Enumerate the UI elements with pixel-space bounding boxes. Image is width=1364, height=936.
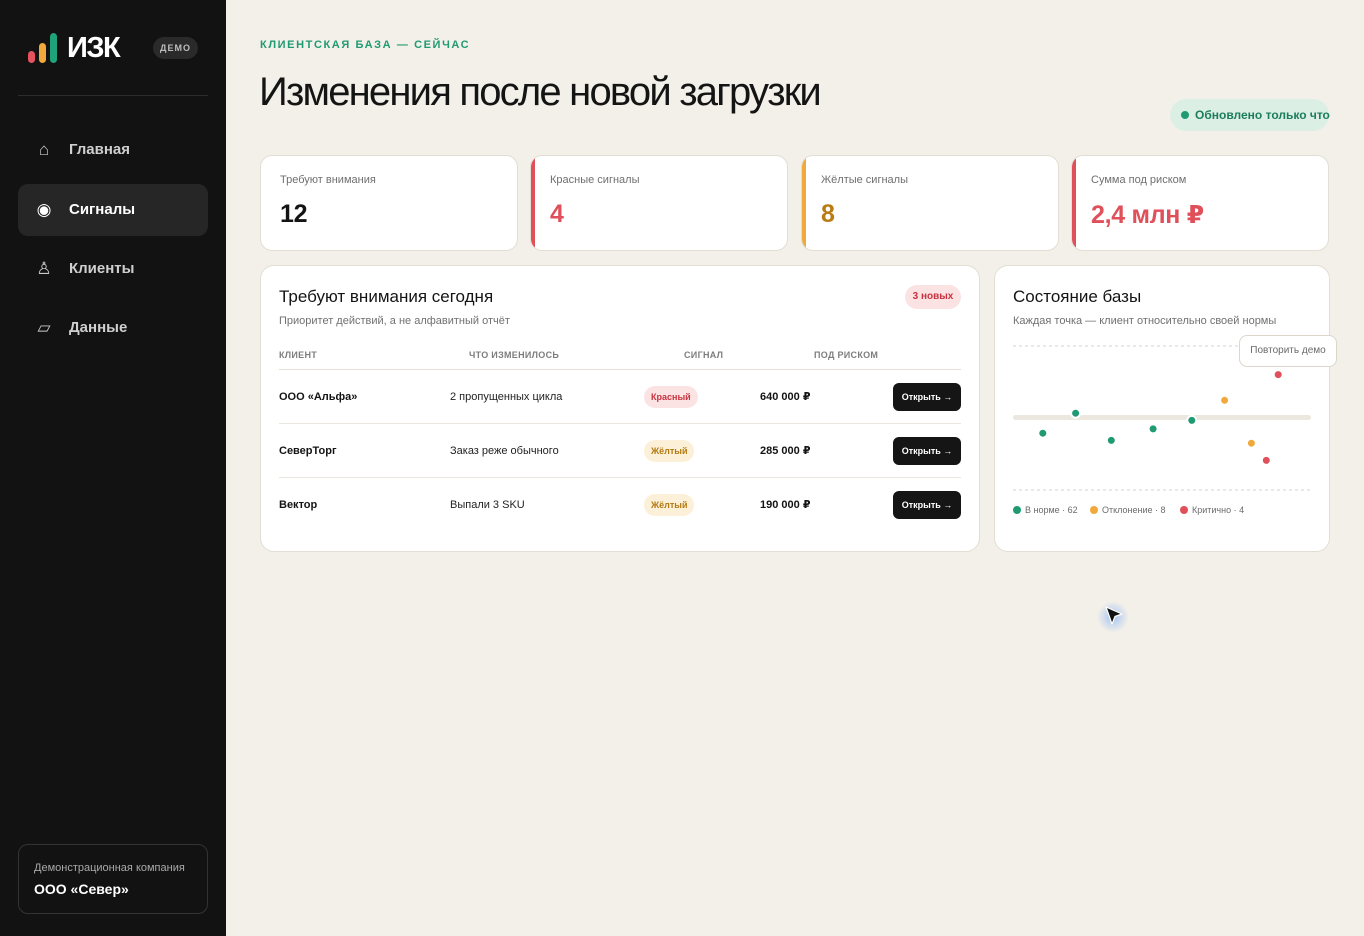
kpi-accent-bar bbox=[1072, 156, 1076, 250]
kpi-card-yellow-signals: Жёлтые сигналы 8 bbox=[801, 155, 1059, 251]
open-button[interactable]: Открыть → bbox=[893, 437, 961, 465]
kpi-value: 8 bbox=[821, 200, 835, 228]
kpi-accent-bar bbox=[531, 156, 535, 250]
signal-badge: Жёлтый bbox=[644, 440, 695, 462]
logo-bars-icon bbox=[28, 33, 58, 63]
kpi-card-red-signals: Красные сигналы 4 bbox=[530, 155, 788, 251]
kpi-label: Сумма под риском bbox=[1091, 174, 1187, 186]
client-point[interactable] bbox=[1260, 454, 1272, 466]
legend-label: Критично · 4 bbox=[1192, 505, 1245, 515]
kpi-label: Красные сигналы bbox=[550, 174, 640, 186]
sidebar-item-label: Данные bbox=[69, 319, 128, 336]
legend-dot-icon bbox=[1090, 506, 1098, 514]
amount-at-risk: 190 000 ₽ bbox=[760, 499, 811, 511]
status-badge: Обновлено только что bbox=[1170, 99, 1330, 131]
sidebar-item-label: Клиенты bbox=[69, 260, 135, 277]
legend-label: Отклонение · 8 bbox=[1102, 505, 1166, 515]
mouse-cursor-icon bbox=[1105, 606, 1123, 625]
kpi-label: Жёлтые сигналы bbox=[821, 174, 908, 186]
logo-text: ИЗК bbox=[67, 32, 121, 64]
kpi-value: 2,4 млн ₽ bbox=[1091, 201, 1204, 229]
kpi-label: Требуют внимания bbox=[280, 174, 376, 186]
kpi-value: 4 bbox=[550, 200, 564, 228]
signal-icon: ◉ bbox=[36, 200, 52, 219]
client-name: СеверТорг bbox=[279, 445, 337, 457]
attention-title: Требуют внимания сегодня bbox=[279, 287, 494, 306]
client-point[interactable] bbox=[1186, 414, 1198, 426]
client-point[interactable] bbox=[1070, 407, 1082, 419]
client-point[interactable] bbox=[1147, 423, 1159, 435]
sidebar-item-label: Главная bbox=[69, 141, 131, 158]
column-header-at-risk: ПОД РИСКОМ bbox=[814, 350, 879, 360]
demo-badge: ДЕМО bbox=[153, 37, 198, 59]
kpi-card-attention: Требуют внимания 12 bbox=[260, 155, 518, 251]
logo[interactable]: ИЗК ДЕМО bbox=[28, 28, 208, 68]
attention-card: Требуют внимания сегодня Приоритет дейст… bbox=[260, 265, 980, 552]
kpi-accent-bar bbox=[802, 156, 806, 250]
status-dot-icon bbox=[1181, 111, 1189, 119]
table-row[interactable]: ООО «Альфа» 2 пропущенных цикла Красный … bbox=[279, 370, 961, 424]
sidebar-item-clients[interactable]: ♙ Клиенты bbox=[18, 243, 208, 295]
company-caption: Демонстрационная компания bbox=[34, 862, 185, 874]
amount-at-risk: 640 000 ₽ bbox=[760, 391, 811, 403]
table-row[interactable]: СеверТорг Заказ реже обычного Жёлтый 285… bbox=[279, 424, 961, 478]
kpi-value: 12 bbox=[280, 200, 308, 228]
client-point[interactable] bbox=[1105, 434, 1117, 446]
client-name: ООО «Альфа» bbox=[279, 391, 358, 403]
new-count-badge: 3 новых bbox=[905, 285, 961, 309]
client-point[interactable] bbox=[1272, 369, 1284, 381]
legend-dot-icon bbox=[1013, 506, 1021, 514]
client-point[interactable] bbox=[1037, 427, 1049, 439]
home-icon: ⌂ bbox=[38, 140, 50, 159]
replay-demo-button[interactable]: Повторить демо bbox=[1239, 335, 1337, 367]
sidebar-item-data[interactable]: ▱ Данные bbox=[18, 302, 208, 354]
column-header-signal: СИГНАЛ bbox=[684, 350, 724, 360]
change-text: Заказ реже обычного bbox=[450, 445, 559, 457]
change-text: Выпали 3 SKU bbox=[450, 499, 525, 511]
norm-baseline bbox=[1013, 415, 1311, 420]
amount-at-risk: 285 000 ₽ bbox=[760, 445, 811, 457]
column-header-client: КЛИЕНТ bbox=[279, 350, 318, 360]
legend-dot-icon bbox=[1180, 506, 1188, 514]
client-name: Вектор bbox=[279, 499, 318, 511]
signal-badge: Жёлтый bbox=[644, 494, 695, 516]
sidebar-item-home[interactable]: ⌂ Главная bbox=[18, 124, 208, 176]
signal-badge: Красный bbox=[644, 386, 698, 408]
table-row[interactable]: Вектор Выпали 3 SKU Жёлтый 190 000 ₽ Отк… bbox=[279, 478, 961, 532]
open-button[interactable]: Открыть → bbox=[893, 383, 961, 411]
data-icon: ▱ bbox=[37, 318, 51, 337]
column-header-change: ЧТО ИЗМЕНИЛОСЬ bbox=[469, 350, 560, 360]
open-button[interactable]: Открыть → bbox=[893, 491, 961, 519]
page-title: Изменения после новой загрузки bbox=[259, 70, 822, 114]
status-text: Обновлено только что bbox=[1195, 108, 1330, 122]
sidebar-item-signals[interactable]: ◉ Сигналы bbox=[18, 184, 208, 236]
clients-icon: ♙ bbox=[36, 259, 52, 278]
sidebar-item-label: Сигналы bbox=[69, 201, 136, 218]
client-point[interactable] bbox=[1245, 437, 1257, 449]
company-name: ООО «Север» bbox=[34, 881, 129, 897]
company-card[interactable]: Демонстрационная компания ООО «Север» bbox=[18, 844, 208, 914]
sidebar: ИЗК ДЕМО ⌂ Главная ◉ Сигналы ♙ Клиенты ▱… bbox=[0, 0, 226, 936]
page-eyebrow: КЛИЕНТСКАЯ БАЗА — СЕЙЧАС bbox=[260, 39, 471, 51]
change-text: 2 пропущенных цикла bbox=[450, 391, 563, 403]
client-point[interactable] bbox=[1219, 394, 1231, 406]
legend-label: В норме · 62 bbox=[1025, 505, 1078, 515]
attention-subtitle: Приоритет действий, а не алфавитный отчё… bbox=[279, 315, 510, 327]
sidebar-divider bbox=[18, 95, 208, 96]
kpi-card-amount-at-risk: Сумма под риском 2,4 млн ₽ bbox=[1071, 155, 1329, 251]
